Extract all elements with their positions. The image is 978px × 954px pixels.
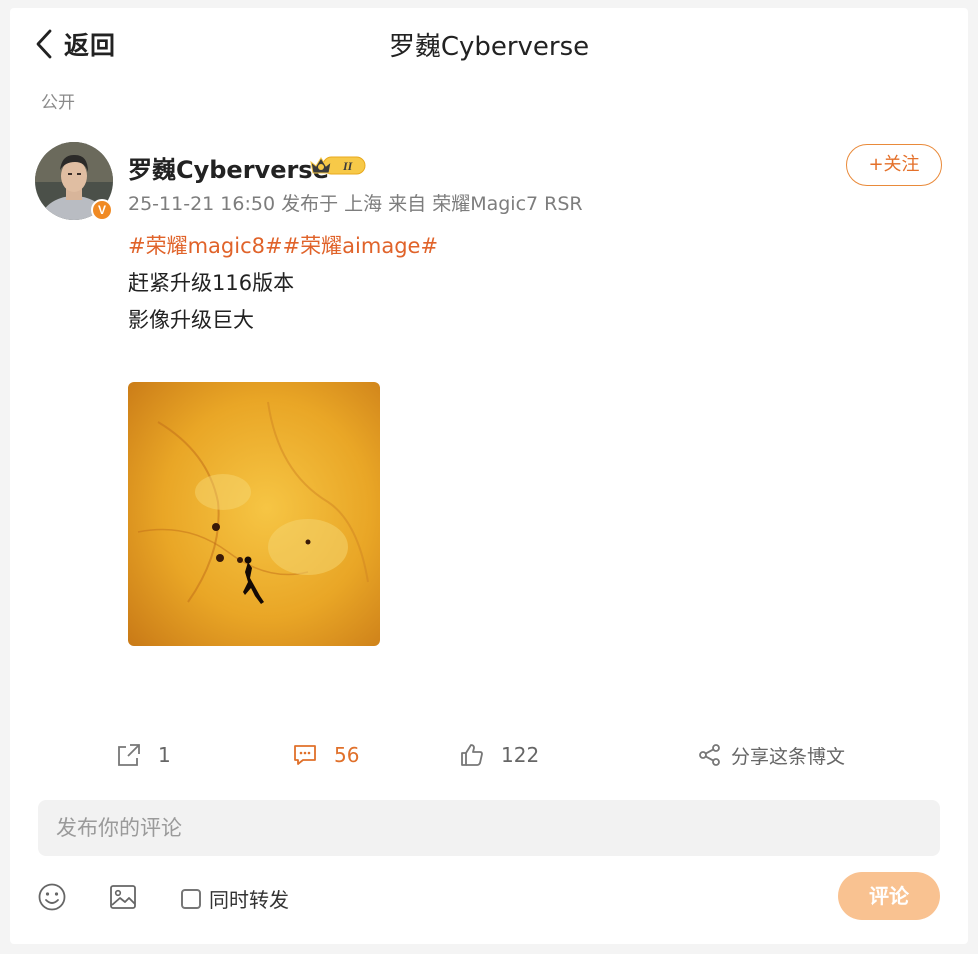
- share-icon: [699, 744, 720, 766]
- sun-photo: [128, 382, 380, 646]
- action-bar: 1 56 122 分享这条博文: [0, 730, 978, 780]
- hashtag-links[interactable]: #荣耀magic8##荣耀aimage#: [128, 228, 438, 265]
- post-line: 赶紧升级116版本: [128, 271, 295, 295]
- checkbox-box[interactable]: [181, 888, 201, 909]
- post-image[interactable]: [128, 382, 380, 646]
- post-line: 影像升级巨大: [128, 308, 254, 332]
- member-rank-badge: II: [309, 153, 367, 177]
- follow-button[interactable]: +关注: [846, 144, 942, 186]
- post-text: #荣耀magic8##荣耀aimage# 赶紧升级116版本 影像升级巨大: [128, 228, 438, 339]
- comment-count: 56: [334, 743, 360, 767]
- post-meta: 25-11-21 16:50 发布于 上海 来自 荣耀Magic7 RSR: [128, 193, 583, 215]
- repost-count: 1: [158, 743, 171, 767]
- comment-input[interactable]: [38, 800, 940, 856]
- visibility-label: 公开: [41, 93, 75, 113]
- verified-badge: V: [91, 199, 113, 221]
- rank-badge-text: II: [342, 159, 354, 173]
- repost-checkbox-label: 同时转发: [209, 888, 289, 912]
- like-count: 122: [501, 743, 540, 767]
- composer-toolbar: 同时转发 评论: [0, 872, 978, 922]
- author-name[interactable]: 罗巍Cyberverse: [128, 150, 329, 185]
- submit-comment-button[interactable]: 评论: [838, 872, 940, 920]
- like-action[interactable]: 122: [459, 730, 539, 780]
- repost-checkbox[interactable]: 同时转发: [181, 884, 289, 913]
- share-action[interactable]: 分享这条博文: [697, 730, 845, 780]
- repost-icon: [118, 744, 140, 766]
- image-icon[interactable]: [107, 881, 139, 913]
- avatar[interactable]: V: [35, 142, 113, 221]
- comment-action[interactable]: 56: [292, 730, 359, 780]
- top-bar: 返回 罗巍Cyberverse: [0, 0, 978, 86]
- comment-icon: [294, 745, 316, 765]
- share-label: 分享这条博文: [731, 745, 846, 768]
- repost-action[interactable]: 1: [116, 730, 171, 780]
- emoji-icon[interactable]: [36, 881, 68, 913]
- page-title: 罗巍Cyberverse: [388, 32, 590, 62]
- thumbs-up-icon: [461, 744, 483, 766]
